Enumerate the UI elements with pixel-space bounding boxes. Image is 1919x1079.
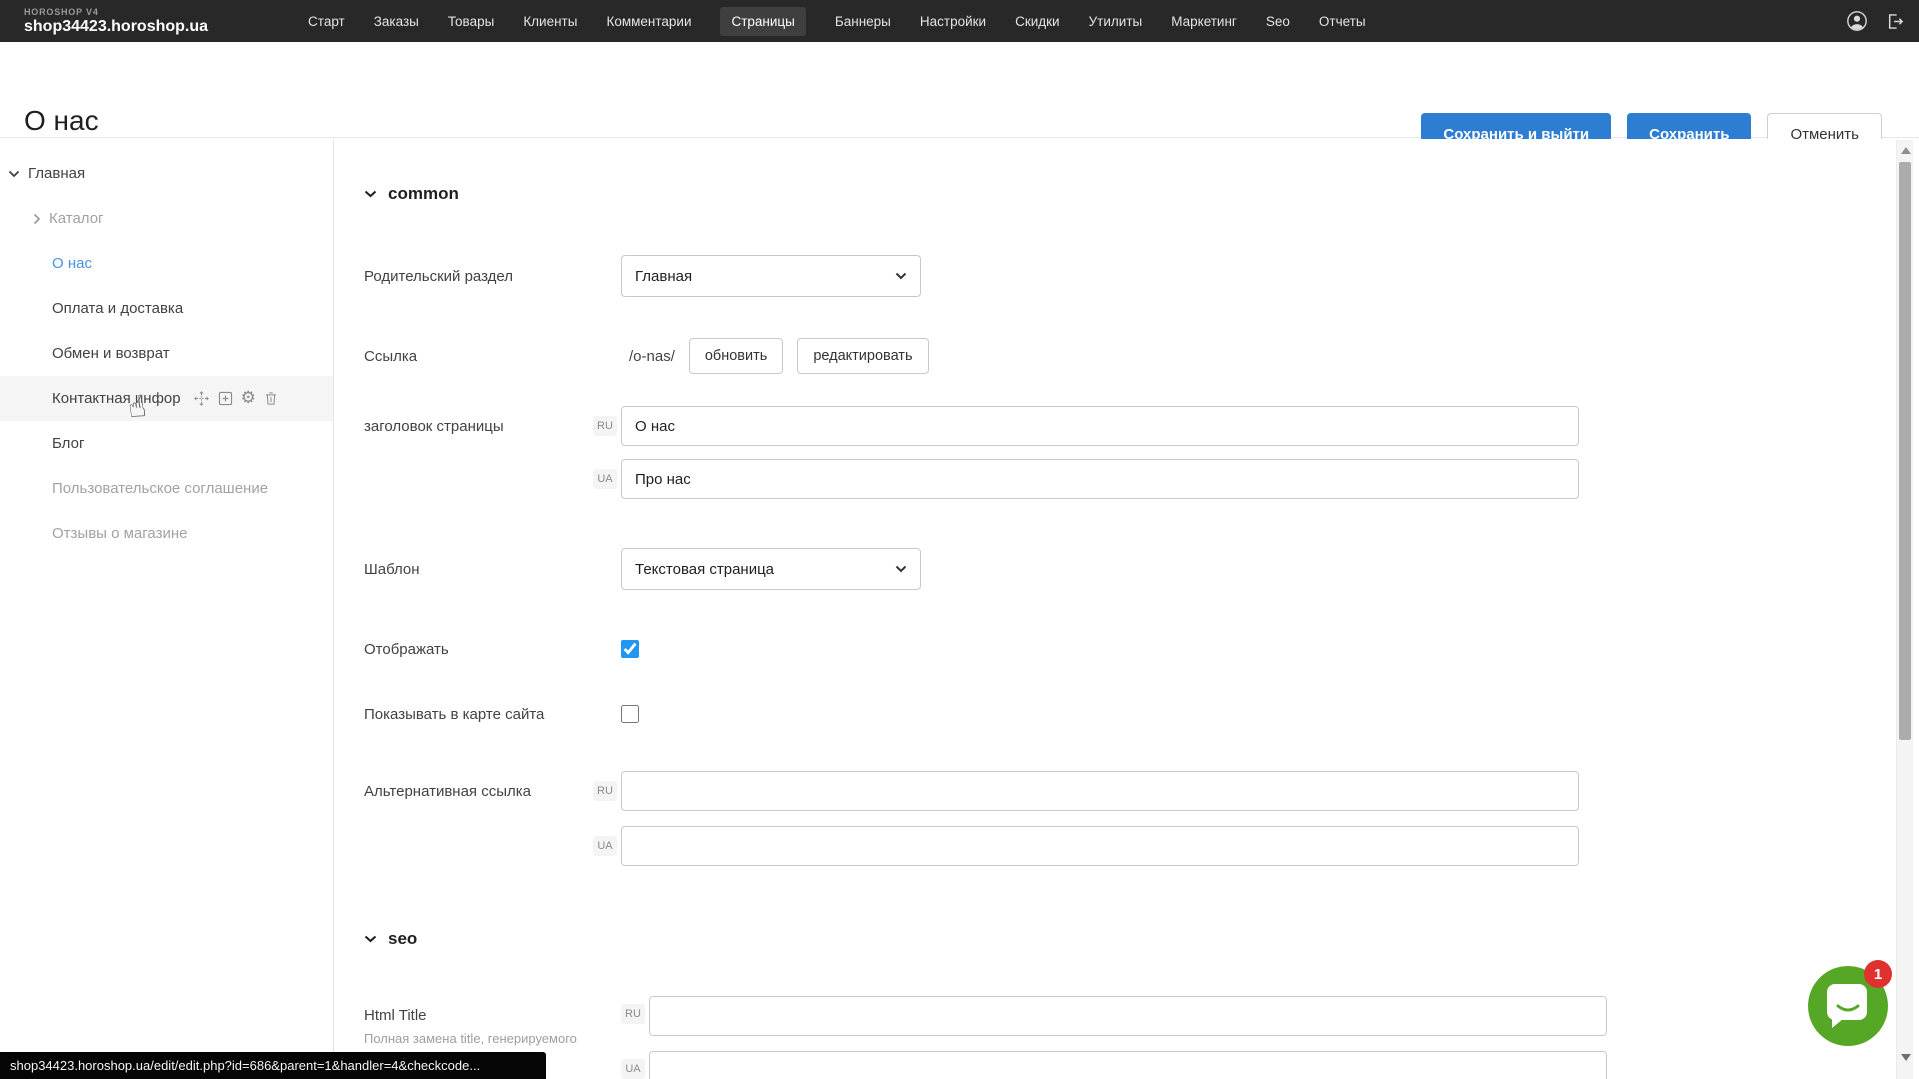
chevron-down-icon	[364, 190, 377, 198]
pages-tree-sidebar: Главная Каталог О нас Оплата и доставка …	[0, 139, 334, 1079]
sitemap-label: Показывать в карте сайта	[364, 706, 621, 723]
nav-discounts[interactable]: Скидки	[1015, 14, 1060, 29]
html-title-hint: Полная замена title, генерируемого	[364, 1031, 621, 1046]
page-title-label: заголовок страницы	[364, 418, 593, 435]
lang-badge-ua: UA	[593, 836, 617, 856]
scrollbar-track[interactable]	[1896, 140, 1913, 1079]
logo-version: HOROSHOP V4	[24, 8, 208, 17]
chevron-down-icon	[895, 565, 907, 573]
field-row-alt-link-ua: UA	[364, 826, 1919, 866]
page-title: О нас	[24, 105, 99, 137]
link-update-button[interactable]: обновить	[689, 338, 783, 374]
settings-icon[interactable]: ⚙	[241, 390, 256, 407]
section-header-common[interactable]: common	[364, 184, 459, 204]
tree-item-obmen[interactable]: Обмен и возврат	[0, 331, 333, 376]
tree-item-glavnaya[interactable]: Главная	[0, 151, 333, 196]
tree-item-kontaktnaya[interactable]: Контактная инфор ⚙	[0, 376, 333, 421]
chat-widget-button[interactable]: 1	[1808, 966, 1888, 1046]
tree-item-blog[interactable]: Блог	[0, 421, 333, 466]
nav-reports[interactable]: Отчеты	[1319, 14, 1366, 29]
field-row-page-title-ru: заголовок страницы RU	[364, 406, 1919, 446]
page-title-ua-input[interactable]	[621, 459, 1579, 499]
chevron-right-icon[interactable]	[33, 213, 41, 225]
html-title-ru-input[interactable]	[649, 996, 1607, 1036]
main-nav: Старт Заказы Товары Клиенты Комментарии …	[308, 7, 1366, 36]
field-row-html-title-ru: Html Title Полная замена title, генериру…	[364, 996, 1919, 1046]
template-select[interactable]: Текстовая страница	[621, 548, 921, 590]
scrollbar-thumb[interactable]	[1899, 162, 1911, 740]
move-icon[interactable]	[193, 390, 210, 407]
tree-item-oplata[interactable]: Оплата и доставка	[0, 286, 333, 331]
parent-section-select[interactable]: Главная	[621, 255, 921, 297]
add-icon[interactable]	[217, 390, 234, 407]
nav-utilities[interactable]: Утилиты	[1089, 14, 1143, 29]
chevron-down-icon[interactable]	[8, 170, 20, 178]
nav-clients[interactable]: Клиенты	[523, 14, 577, 29]
tree-item-soglashenie[interactable]: Пользовательское соглашение	[0, 466, 333, 511]
lang-badge-ua: UA	[621, 1059, 645, 1079]
page-header: О нас Сохранить и выйти Сохранить Отмени…	[0, 42, 1919, 138]
field-row-alt-link-ru: Альтернативная ссылка RU	[364, 771, 1919, 811]
display-checkbox[interactable]	[621, 640, 639, 658]
nav-orders[interactable]: Заказы	[374, 14, 419, 29]
lang-badge-ru: RU	[593, 416, 617, 436]
link-path: /o-nas/	[629, 348, 675, 365]
alt-link-label: Альтернативная ссылка	[364, 783, 593, 800]
nav-comments[interactable]: Комментарии	[606, 14, 691, 29]
status-url-bar: shop34423.horoshop.ua/edit/edit.php?id=6…	[0, 1052, 546, 1079]
page-edit-form: common Родительский раздел Главная Ссылк…	[335, 139, 1919, 1079]
tree-item-otzyvy[interactable]: Отзывы о магазине	[0, 511, 333, 556]
logout-icon[interactable]	[1884, 11, 1905, 32]
nav-products[interactable]: Товары	[448, 14, 494, 29]
account-icon[interactable]	[1846, 10, 1868, 32]
lang-badge-ru: RU	[621, 1004, 645, 1024]
field-row-parent-section: Родительский раздел Главная	[364, 255, 1919, 297]
parent-section-label: Родительский раздел	[364, 268, 621, 285]
nav-settings[interactable]: Настройки	[920, 14, 986, 29]
field-row-html-title-ua: UA	[364, 1051, 1919, 1079]
html-title-label: Html Title	[364, 996, 427, 1024]
scrollbar-down-arrow[interactable]	[1901, 1054, 1911, 1061]
field-row-display: Отображать	[364, 634, 1919, 664]
logo[interactable]: HOROSHOP V4 shop34423.horoshop.ua	[24, 8, 208, 35]
page-title-ru-input[interactable]	[621, 406, 1579, 446]
html-title-ua-input[interactable]	[649, 1051, 1607, 1079]
sitemap-checkbox[interactable]	[621, 705, 639, 723]
template-label: Шаблон	[364, 561, 621, 578]
nav-banners[interactable]: Баннеры	[835, 14, 891, 29]
nav-start[interactable]: Старт	[308, 14, 345, 29]
field-row-sitemap: Показывать в карте сайта	[364, 699, 1919, 729]
scrollbar-up-arrow[interactable]	[1901, 147, 1911, 154]
section-header-seo[interactable]: seo	[364, 929, 417, 949]
chat-bubble-icon	[1825, 982, 1871, 1030]
link-label: Ссылка	[364, 348, 621, 365]
alt-link-ua-input[interactable]	[621, 826, 1579, 866]
delete-icon[interactable]	[263, 390, 279, 407]
lang-badge-ua: UA	[593, 469, 617, 489]
logo-domain: shop34423.horoshop.ua	[24, 18, 208, 35]
nav-seo[interactable]: Seo	[1266, 14, 1290, 29]
field-row-template: Шаблон Текстовая страница	[364, 548, 1919, 590]
top-bar: HOROSHOP V4 shop34423.horoshop.ua Старт …	[0, 0, 1919, 42]
chevron-down-icon	[895, 272, 907, 280]
nav-marketing[interactable]: Маркетинг	[1171, 14, 1237, 29]
tree-item-katalog[interactable]: Каталог	[0, 196, 333, 241]
chevron-down-icon	[364, 935, 377, 943]
field-row-page-title-ua: UA	[364, 459, 1919, 499]
display-label: Отображать	[364, 641, 621, 658]
field-row-link: Ссылка /o-nas/ обновить редактировать	[364, 338, 1919, 374]
link-edit-button[interactable]: редактировать	[797, 338, 928, 374]
tree-item-o-nas[interactable]: О нас	[0, 241, 333, 286]
nav-pages[interactable]: Страницы	[720, 7, 805, 36]
lang-badge-ru: RU	[593, 781, 617, 801]
alt-link-ru-input[interactable]	[621, 771, 1579, 811]
chat-unread-badge: 1	[1864, 960, 1892, 988]
